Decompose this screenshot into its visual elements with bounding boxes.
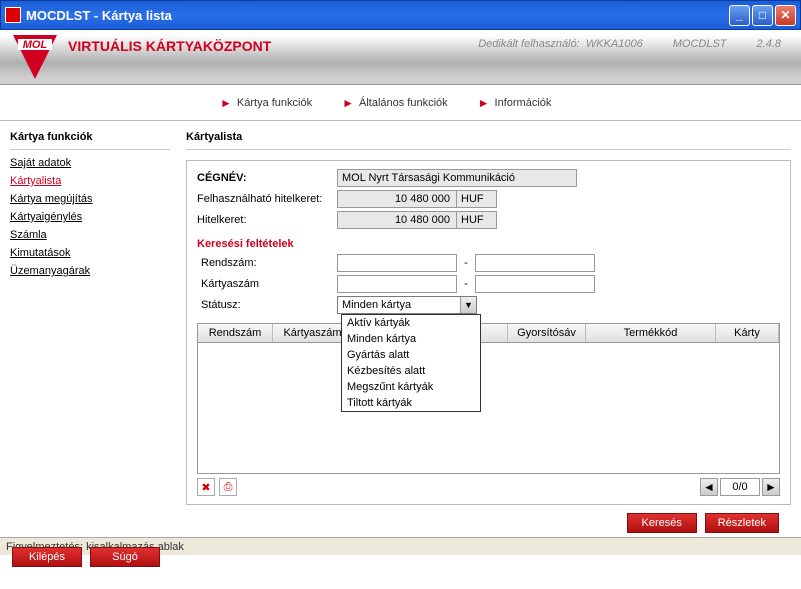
col-productcode[interactable]: Termékkód: [586, 324, 716, 342]
nav-label: Kártya funkciók: [237, 97, 312, 109]
sidebar: Kártya funkciók Saját adatok Kártyalista…: [0, 121, 180, 537]
chevron-down-icon: ▼: [460, 297, 476, 313]
app-version: 2.4.8: [757, 38, 781, 50]
details-button[interactable]: Részletek: [705, 513, 779, 533]
card-from-input[interactable]: [337, 275, 457, 293]
close-button[interactable]: ✕: [775, 5, 796, 26]
status-option[interactable]: Kézbesítés alatt: [342, 363, 480, 379]
sidebar-item-fuel-prices[interactable]: Üzemanyagárak: [10, 262, 170, 280]
credit-used-value: 10 480 000: [337, 190, 457, 208]
pager-text: 0/0: [720, 478, 760, 496]
window-title: MOCDLST - Kártya lista: [26, 8, 729, 23]
window-buttons: _ □ ✕: [729, 5, 796, 26]
arrow-icon: ►: [220, 96, 232, 110]
col-card[interactable]: Kárty: [716, 324, 779, 342]
status-selected: Minden kártya: [338, 299, 460, 311]
card-to-input[interactable]: [475, 275, 595, 293]
user-id: WKKA1006: [586, 38, 643, 50]
main: Kártya funkciók Saját adatok Kártyalista…: [0, 121, 801, 537]
exit-button[interactable]: Kilépés: [12, 547, 82, 567]
minimize-button[interactable]: _: [729, 5, 750, 26]
pager: ◄ 0/0 ►: [700, 478, 780, 496]
company-name-label: CÉGNÉV:: [197, 172, 337, 184]
sidebar-item-own-data[interactable]: Saját adatok: [10, 154, 170, 172]
status-option[interactable]: Aktív kártyák: [342, 315, 480, 331]
delete-icon[interactable]: ✖: [197, 478, 215, 496]
dash: -: [457, 257, 475, 269]
dash: -: [457, 278, 475, 290]
status-label: Státusz:: [197, 299, 337, 311]
card-label: Kártyaszám: [197, 278, 337, 290]
nav-card-functions[interactable]: ► Kártya funkciók: [220, 96, 312, 110]
arrow-icon: ►: [342, 96, 354, 110]
app-icon: [5, 7, 21, 23]
mol-logo: MOL: [10, 33, 60, 81]
pager-prev[interactable]: ◄: [700, 478, 718, 496]
nav-label: Információk: [495, 97, 552, 109]
search-button[interactable]: Keresés: [627, 513, 697, 533]
plate-from-input[interactable]: [337, 254, 457, 272]
print-icon[interactable]: ⎙: [219, 478, 237, 496]
company-name-value: MOL Nyrt Társasági Kommunikáció: [337, 169, 577, 187]
sidebar-item-card-request[interactable]: Kártyaigénylés: [10, 208, 170, 226]
user-label: Dedikált felhasználó:: [478, 38, 580, 50]
status-option[interactable]: Megszűnt kártyák: [342, 379, 480, 395]
col-fastlane[interactable]: Gyorsítósáv: [508, 324, 586, 342]
nav-label: Általános funkciók: [359, 97, 448, 109]
status-option[interactable]: Gyártás alatt: [342, 347, 480, 363]
table-header: Rendszám Kártyaszám Gyorsítósáv Termékkó…: [197, 323, 780, 343]
credit-used-label: Felhasználható hitelkeret:: [197, 193, 337, 205]
svg-text:MOL: MOL: [23, 39, 48, 51]
col-plate[interactable]: Rendszám: [198, 324, 273, 342]
bottom-left-buttons: Kilépés Súgó: [0, 543, 172, 571]
app-name: MOCDLST: [673, 38, 727, 50]
sidebar-item-cardlist[interactable]: Kártyalista: [10, 172, 170, 190]
status-option[interactable]: Minden kártya: [342, 331, 480, 347]
table-footer: ✖ ⎙ ◄ 0/0 ►: [197, 478, 780, 496]
plate-to-input[interactable]: [475, 254, 595, 272]
content-buttons: Keresés Részletek: [186, 509, 791, 537]
panel: CÉGNÉV: MOL Nyrt Társasági Kommunikáció …: [186, 160, 791, 505]
pager-next[interactable]: ►: [762, 478, 780, 496]
search-title: Keresési feltételek: [197, 238, 780, 250]
status-select[interactable]: Minden kártya ▼: [337, 296, 477, 314]
help-button[interactable]: Súgó: [90, 547, 160, 567]
arrow-icon: ►: [478, 96, 490, 110]
banner-title: VIRTUÁLIS KÁRTYAKÖZPONT: [68, 38, 271, 54]
currency-label: HUF: [457, 211, 497, 229]
sidebar-title: Kártya funkciók: [10, 127, 170, 150]
sidebar-item-reports[interactable]: Kimutatások: [10, 244, 170, 262]
sidebar-item-card-renewal[interactable]: Kártya megújítás: [10, 190, 170, 208]
banner: MOL VIRTUÁLIS KÁRTYAKÖZPONT Dedikált fel…: [0, 30, 801, 85]
maximize-button[interactable]: □: [752, 5, 773, 26]
status-option[interactable]: Tiltott kártyák: [342, 395, 480, 411]
top-nav: ► Kártya funkciók ► Általános funkciók ► In…: [0, 85, 801, 121]
credit-value: 10 480 000: [337, 211, 457, 229]
credit-label: Hitelkeret:: [197, 214, 337, 226]
content-title: Kártyalista: [186, 127, 791, 150]
titlebar: MOCDLST - Kártya lista _ □ ✕: [0, 0, 801, 30]
sidebar-item-invoice[interactable]: Számla: [10, 226, 170, 244]
currency-label: HUF: [457, 190, 497, 208]
nav-information[interactable]: ► Információk: [478, 96, 552, 110]
table-body: [197, 343, 780, 474]
plate-label: Rendszám:: [197, 257, 337, 269]
content: Kártyalista CÉGNÉV: MOL Nyrt Társasági K…: [180, 121, 801, 537]
status-dropdown: Aktív kártyák Minden kártya Gyártás alat…: [341, 314, 481, 412]
results-table: Rendszám Kártyaszám Gyorsítósáv Termékkó…: [197, 323, 780, 496]
banner-info: Dedikált felhasználó: WKKA1006 MOCDLST 2…: [478, 38, 791, 50]
nav-general-functions[interactable]: ► Általános funkciók: [342, 96, 448, 110]
